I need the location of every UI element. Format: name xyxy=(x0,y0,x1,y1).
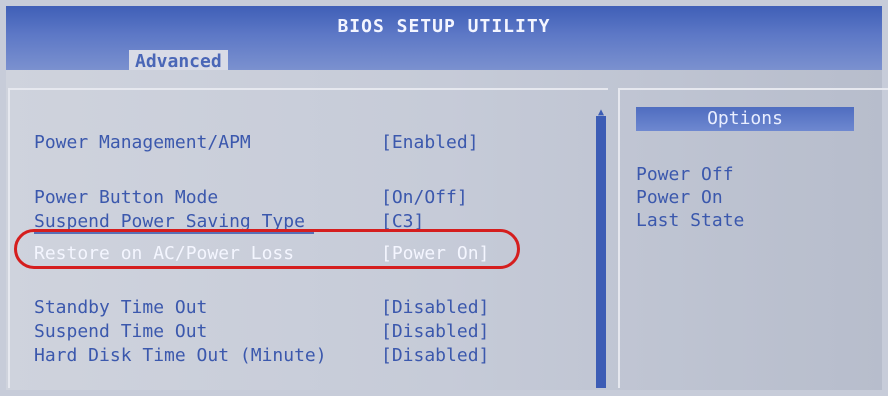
options-header: Options xyxy=(636,107,854,131)
setting-value[interactable]: [Enabled] xyxy=(381,131,479,155)
setting-label: Suspend Time Out xyxy=(34,321,208,342)
setting-label: Standby Time Out xyxy=(34,297,208,318)
setting-value[interactable]: [Disabled] xyxy=(381,320,489,344)
setting-label: Hard Disk Time Out (Minute) xyxy=(34,345,327,366)
top-bar: BIOS SETUP UTILITY Advanced xyxy=(6,6,882,74)
setting-label: Restore on AC/Power Loss xyxy=(34,243,295,264)
page-title: BIOS SETUP UTILITY xyxy=(337,16,551,37)
setting-value[interactable]: [On/Off] xyxy=(381,186,468,210)
settings-scrollbar[interactable] xyxy=(596,116,606,388)
bios-screen: BIOS SETUP UTILITY Advanced ▲ Power Mana… xyxy=(0,0,888,396)
option-power-on[interactable]: Power On xyxy=(636,187,723,209)
setting-value[interactable]: [Disabled] xyxy=(381,344,489,368)
option-power-off[interactable]: Power Off xyxy=(636,164,734,186)
setting-value[interactable]: [Disabled] xyxy=(381,296,489,320)
options-top-line xyxy=(620,88,888,90)
setting-label: Power Button Mode xyxy=(34,187,219,208)
panel-divider xyxy=(618,88,620,388)
setting-label: Power Management/APM xyxy=(34,132,251,153)
frame-left-line xyxy=(8,88,10,388)
frame-top-line xyxy=(8,88,608,90)
option-last-state[interactable]: Last State xyxy=(636,210,744,232)
setting-value[interactable]: [Power On] xyxy=(381,242,489,266)
